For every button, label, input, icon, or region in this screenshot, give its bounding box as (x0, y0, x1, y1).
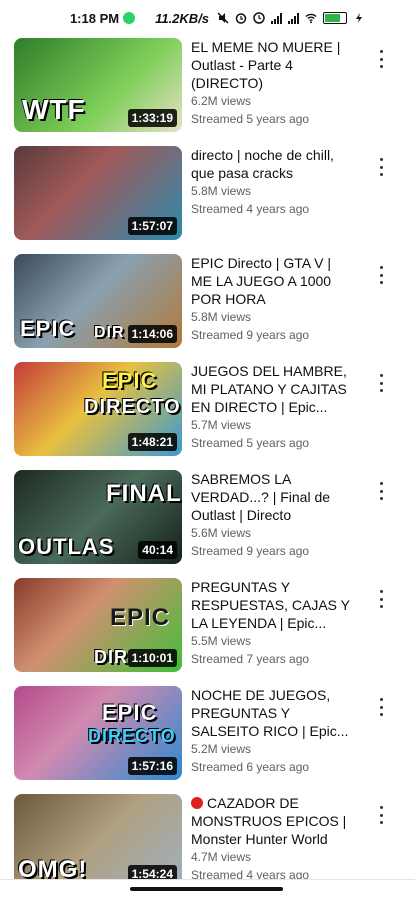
thumbnail-caption-2: DIR (94, 324, 125, 341)
thumbnail-caption: FINAL (106, 480, 182, 507)
video-views: 4.7M views (191, 850, 252, 864)
video-item[interactable]: EPIC DIRECTO 1:57:16 NOCHE DE JUEGOS, PR… (0, 684, 415, 792)
status-time: 1:18 PM (69, 10, 120, 26)
video-streamed: Streamed 5 years ago (191, 436, 310, 450)
video-duration: 1:33:19 (127, 109, 177, 127)
video-item[interactable]: EPIC DIR 1:14:06 EPIC Directo | GTA V | … (0, 252, 415, 360)
video-streamed: Streamed 5 years ago (191, 112, 310, 126)
video-views: 5.8M views (191, 184, 252, 198)
more-options-icon[interactable] (374, 806, 388, 824)
video-title[interactable]: NOCHE DE JUEGOS, PREGUNTAS Y SALSEITO RI… (191, 686, 351, 740)
video-title[interactable]: CAZADOR DE MONSTRUOS EPICOS | Monster Hu… (191, 794, 351, 848)
video-item[interactable]: 1:57:07 directo | noche de chill, que pa… (0, 144, 415, 252)
more-options-icon[interactable] (374, 482, 388, 500)
more-options-icon[interactable] (374, 50, 388, 68)
video-views: 5.2M views (191, 742, 252, 756)
video-title[interactable]: EPIC Directo | GTA V | ME LA JUEGO A 100… (191, 254, 351, 308)
thumbnail-caption: WTF (22, 94, 86, 125)
status-bar: 1:18 PM 11.2KB/s (0, 0, 415, 36)
video-duration: 40:14 (138, 541, 177, 559)
thumbnail-caption: EPIC (102, 368, 158, 393)
video-meta: NOCHE DE JUEGOS, PREGUNTAS Y SALSEITO RI… (191, 686, 351, 774)
video-title[interactable]: JUEGOS DEL HAMBRE, MI PLATANO Y CAJITAS … (191, 362, 351, 416)
video-views: 5.5M views (191, 634, 252, 648)
video-title-text: CAZADOR DE MONSTRUOS EPICOS | Monster Hu… (191, 795, 347, 847)
video-meta: PREGUNTAS Y RESPUESTAS, CAJAS Y LA LEYEN… (191, 578, 351, 666)
video-duration: 1:57:16 (127, 757, 177, 775)
home-indicator[interactable] (130, 887, 283, 891)
clock-icon (253, 12, 265, 24)
video-title[interactable]: EL MEME NO MUERE | Outlast - Parte 4 (DI… (191, 38, 351, 92)
video-views: 5.8M views (191, 310, 252, 324)
battery-icon (323, 12, 348, 24)
video-meta: JUEGOS DEL HAMBRE, MI PLATANO Y CAJITAS … (191, 362, 351, 450)
more-options-icon[interactable] (374, 266, 388, 284)
wifi-icon (305, 13, 317, 24)
video-views: 5.6M views (191, 526, 252, 540)
video-thumbnail[interactable]: EPIC DIRECTO 1:48:21 (14, 362, 182, 456)
video-views: 6.2M views (191, 94, 252, 108)
charging-icon (356, 13, 363, 23)
video-thumbnail[interactable]: OMG! 1:54:24 (14, 794, 182, 888)
more-options-icon[interactable] (374, 698, 388, 716)
navigation-bar (0, 879, 415, 900)
thumbnail-caption-2: DIR (94, 647, 128, 667)
video-streamed: Streamed 7 years ago (191, 652, 310, 666)
more-options-icon[interactable] (374, 590, 388, 608)
video-item[interactable]: WTF 1:33:19 EL MEME NO MUERE | Outlast -… (0, 36, 415, 144)
thumbnail-caption-2: DIRECTO (88, 726, 176, 746)
video-thumbnail[interactable]: EPIC DIRECTO 1:57:16 (14, 686, 182, 780)
thumbnail-caption: EPIC (102, 700, 158, 725)
video-duration: 1:48:21 (127, 433, 177, 451)
video-streamed: Streamed 9 years ago (191, 328, 310, 342)
video-thumbnail[interactable]: EPIC DIR 1:10:01 (14, 578, 182, 672)
more-options-icon[interactable] (374, 374, 388, 392)
network-speed: 11.2KB/s (155, 10, 210, 26)
video-meta: CAZADOR DE MONSTRUOS EPICOS | Monster Hu… (191, 794, 351, 882)
video-title[interactable]: directo | noche de chill, que pasa crack… (191, 146, 351, 182)
video-meta: EL MEME NO MUERE | Outlast - Parte 4 (DI… (191, 38, 351, 126)
video-title[interactable]: PREGUNTAS Y RESPUESTAS, CAJAS Y LA LEYEN… (191, 578, 351, 632)
video-meta: EPIC Directo | GTA V | ME LA JUEGO A 100… (191, 254, 351, 342)
signal-icon-2 (288, 12, 300, 24)
thumbnail-caption-2: DIRECTO (84, 396, 181, 418)
video-item[interactable]: EPIC DIR 1:10:01 PREGUNTAS Y RESPUESTAS,… (0, 576, 415, 684)
video-streamed: Streamed 9 years ago (191, 544, 310, 558)
more-options-icon[interactable] (374, 158, 388, 176)
mute-icon (217, 12, 229, 24)
video-thumbnail[interactable]: WTF 1:33:19 (14, 38, 182, 132)
video-streamed: Streamed 4 years ago (191, 202, 310, 216)
video-thumbnail[interactable]: 1:57:07 (14, 146, 182, 240)
live-indicator-icon (191, 797, 203, 809)
video-duration: 1:10:01 (127, 649, 177, 667)
video-duration: 1:57:07 (127, 217, 177, 235)
video-item[interactable]: FINAL OUTLAS 40:14 SABREMOS LA VERDAD...… (0, 468, 415, 576)
whatsapp-icon (123, 12, 136, 24)
video-views: 5.7M views (191, 418, 252, 432)
thumbnail-caption: EPIC (110, 604, 171, 631)
video-title[interactable]: SABREMOS LA VERDAD...? | Final de Outlas… (191, 470, 351, 524)
video-item[interactable]: EPIC DIRECTO 1:48:21 JUEGOS DEL HAMBRE, … (0, 360, 415, 468)
video-meta: SABREMOS LA VERDAD...? | Final de Outlas… (191, 470, 351, 558)
thumbnail-caption: EPIC (20, 316, 76, 341)
video-thumbnail[interactable]: EPIC DIR 1:14:06 (14, 254, 182, 348)
video-meta: directo | noche de chill, que pasa crack… (191, 146, 351, 216)
video-duration: 1:14:06 (127, 325, 177, 343)
thumbnail-caption-2: OUTLAS (18, 534, 115, 559)
video-streamed: Streamed 6 years ago (191, 760, 310, 774)
video-thumbnail[interactable]: FINAL OUTLAS 40:14 (14, 470, 182, 564)
alarm-icon (235, 13, 247, 24)
signal-icon (271, 12, 283, 24)
video-list: WTF 1:33:19 EL MEME NO MUERE | Outlast -… (0, 36, 415, 900)
